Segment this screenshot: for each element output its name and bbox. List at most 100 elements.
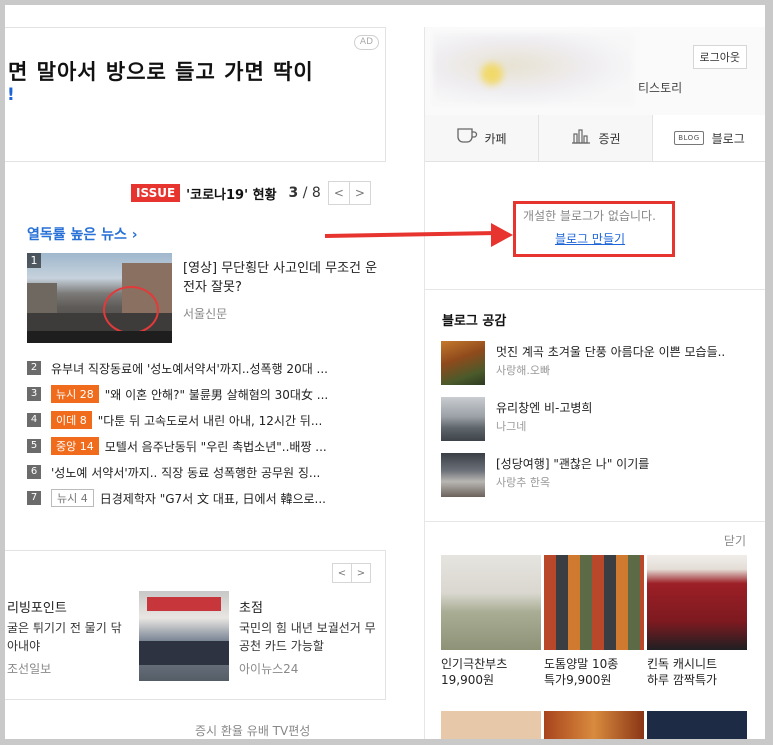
sub-right-desc[interactable]: 국민의 힘 내년 보궐선거 무공천 카드 가능할 — [239, 619, 379, 655]
issue-total-pages: 8 — [311, 185, 321, 201]
tab-label: 증권 — [598, 131, 621, 146]
sub-prev-button[interactable]: < — [332, 563, 352, 583]
bottom-tabs[interactable]: 증시 환율 유배 TV편성 — [195, 722, 310, 739]
avatar — [481, 63, 503, 85]
issue-bar: ISSUE '코로나19' 현황 3 / 8 < > — [131, 180, 371, 206]
issue-topic[interactable]: '코로나19' 현황 — [186, 184, 276, 203]
sub-news-pager: < > — [332, 563, 371, 583]
blog-thumbnail[interactable] — [441, 341, 485, 385]
sub-right-thumbnail[interactable] — [139, 591, 229, 681]
shopping-item[interactable]: 도톰양말 10종 특가9,900원 — [544, 555, 644, 688]
blog-post-title[interactable]: 멋진 계곡 초겨울 단풍 아름다운 이쁜 모습들.. — [496, 343, 725, 360]
blog-post-author: 사랑추 한옥 — [496, 476, 551, 489]
ad-subtitle[interactable]: ! — [7, 85, 15, 105]
shopping-item-price: 19,900원 — [441, 673, 495, 687]
tistory-link[interactable]: 티스토리 — [638, 79, 682, 96]
news-item[interactable]: 7 뉴시 4 日경제학자 "G7서 文 대표, 日에서 韓으로... — [27, 485, 387, 511]
shopping-thumbnail-partial[interactable] — [441, 711, 541, 739]
shopping-thumbnail-partial[interactable] — [544, 711, 644, 739]
news-rank: 7 — [27, 491, 41, 505]
news-title[interactable]: "왜 이혼 안해?" 불륜男 살해혐의 30대女 ... — [105, 386, 329, 403]
sub-right-source: 아이뉴스24 — [239, 662, 299, 676]
ad-badge: AD — [353, 35, 379, 50]
sub-left-title[interactable]: 리빙포인트 — [7, 597, 67, 616]
divider — [425, 289, 765, 290]
news-item[interactable]: 4 이데 8 "다툰 뒤 고속도로서 내린 아내, 12시간 뒤... — [27, 407, 387, 433]
news-title[interactable]: 유부녀 직장동료에 '성노예서약서'까지..성폭행 20대 ... — [51, 360, 328, 377]
blog-thumbnail[interactable] — [441, 397, 485, 441]
shopping-item-price: 특가9,900원 — [544, 673, 612, 687]
browser-page: AD 면 말아서 방으로 들고 가면 딱이 ! ISSUE '코로나19' 현황… — [5, 5, 765, 739]
tab-label: 카페 — [484, 131, 507, 146]
blog-post-item[interactable]: [성당여행] "괜찮은 나" 이기를 사랑추 한옥 — [441, 453, 761, 497]
issue-badge: ISSUE — [131, 184, 181, 202]
sub-next-button[interactable]: > — [351, 563, 371, 583]
sub-news-panel: < > 리빙포인트 굴은 튀기기 전 물기 닦아내야 조선일보 초점 국민의 힘… — [5, 550, 386, 700]
blog-post-author: 나그네 — [496, 420, 527, 433]
news-tag: 뉴시 4 — [51, 489, 94, 507]
shopping-thumbnail[interactable] — [544, 555, 644, 650]
news-rank: 3 — [27, 387, 41, 401]
issue-pagination: 3 / 8 — [289, 185, 321, 201]
sub-left-source: 조선일보 — [7, 662, 52, 676]
stock-icon — [570, 127, 592, 149]
service-tabs: 카페 증권 BLOG 블로그 — [425, 115, 765, 162]
shopping-thumbnail[interactable] — [647, 555, 747, 650]
news-item[interactable]: 5 중앙 14 모텔서 음주난동뒤 "우린 촉법소년"..배짱 ... — [27, 433, 387, 459]
news-rank: 2 — [27, 361, 41, 375]
profile-panel: 로그아웃 티스토리 — [425, 27, 765, 115]
annotation-arrow-icon — [491, 223, 513, 247]
shopping-item-name[interactable]: 킨독 캐시니트 — [647, 656, 747, 672]
issue-next-button[interactable]: > — [348, 181, 371, 205]
shopping-item-name[interactable]: 인기극찬부츠 — [441, 656, 541, 672]
shopping-item[interactable]: 킨독 캐시니트 하루 깜짝특가 — [647, 555, 747, 688]
tab-cafe[interactable]: 카페 — [425, 115, 539, 161]
shopping-item[interactable]: 인기극찬부츠 19,900원 — [441, 555, 541, 688]
news-item[interactable]: 3 뉴시 28 "왜 이혼 안해?" 불륜男 살해혐의 30대女 ... — [27, 381, 387, 407]
news-hot-tag: 뉴시 28 — [51, 385, 99, 403]
blog-section-title: 블로그 공감 — [442, 314, 507, 329]
news-title[interactable]: '성노예 서약서'까지.. 직장 동료 성폭행한 공무원 징... — [51, 464, 320, 481]
blog-post-author: 사랑해.오빠 — [496, 364, 551, 377]
shopping-item-name[interactable]: 도톰양말 10종 — [544, 656, 644, 672]
thumb-highlight-circle — [103, 286, 159, 334]
headline-thumbnail[interactable]: 1 — [27, 253, 172, 343]
headline-title[interactable]: [영상] 무단횡단 사고인데 무조건 운전자 잘못? — [183, 259, 383, 297]
headline-source: 서울신문 — [183, 307, 228, 321]
blog-post-title[interactable]: [성당여행] "괜찮은 나" 이기를 — [496, 455, 649, 472]
sub-left-desc[interactable]: 굴은 튀기기 전 물기 닦아내야 — [7, 619, 127, 655]
tab-blog[interactable]: BLOG 블로그 — [653, 115, 765, 161]
issue-prev-button[interactable]: < — [327, 181, 350, 205]
news-hot-tag: 이데 8 — [51, 411, 92, 429]
shopping-thumbnail[interactable] — [441, 555, 541, 650]
blog-thumbnail[interactable] — [441, 453, 485, 497]
ad-banner[interactable]: AD 면 말아서 방으로 들고 가면 딱이 ! — [5, 27, 386, 162]
right-sidebar: 로그아웃 티스토리 카페 증권 BLOG 블로그 개설한 블로그가 없습니다. — [424, 27, 765, 739]
sub-right-title[interactable]: 초점 — [239, 597, 263, 616]
logout-button[interactable]: 로그아웃 — [692, 45, 747, 69]
blog-post-title[interactable]: 유리창엔 비-고병희 — [496, 399, 592, 416]
tab-stock[interactable]: 증권 — [539, 115, 653, 161]
thumb-banner — [147, 597, 221, 611]
news-rank: 6 — [27, 465, 41, 479]
issue-separator: / — [298, 185, 312, 201]
blog-icon: BLOG — [674, 131, 704, 145]
news-item[interactable]: 6 '성노예 서약서'까지.. 직장 동료 성폭행한 공무원 징... — [27, 459, 387, 485]
news-title[interactable]: 모텔서 음주난동뒤 "우린 촉법소년"..배짱 ... — [105, 438, 327, 455]
news-title[interactable]: 日경제학자 "G7서 文 대표, 日에서 韓으로... — [100, 490, 326, 507]
blog-post-item[interactable]: 멋진 계곡 초겨울 단풍 아름다운 이쁜 모습들.. 사랑해.오빠 — [441, 341, 761, 385]
shopping-thumbnail-partial[interactable] — [647, 711, 747, 739]
thumb-table — [139, 641, 229, 665]
news-rank: 4 — [27, 413, 41, 427]
issue-current-page: 3 — [288, 185, 299, 201]
annotation-highlight-box — [513, 201, 675, 257]
ad-title[interactable]: 면 말아서 방으로 들고 가면 딱이 — [8, 56, 314, 86]
blog-post-item[interactable]: 유리창엔 비-고병희 나그네 — [441, 397, 761, 441]
popular-news-title[interactable]: 열독률 높은 뉴스 › — [27, 224, 138, 244]
news-item[interactable]: 2 유부녀 직장동료에 '성노예서약서'까지..성폭행 20대 ... — [27, 355, 387, 381]
news-rank: 5 — [27, 439, 41, 453]
news-title[interactable]: "다툰 뒤 고속도로서 내린 아내, 12시간 뒤... — [98, 412, 323, 429]
popular-news-list: 2 유부녀 직장동료에 '성노예서약서'까지..성폭행 20대 ... 3 뉴시… — [27, 355, 387, 511]
close-button[interactable]: 닫기 — [724, 532, 746, 549]
thumb-building-left — [27, 283, 57, 313]
